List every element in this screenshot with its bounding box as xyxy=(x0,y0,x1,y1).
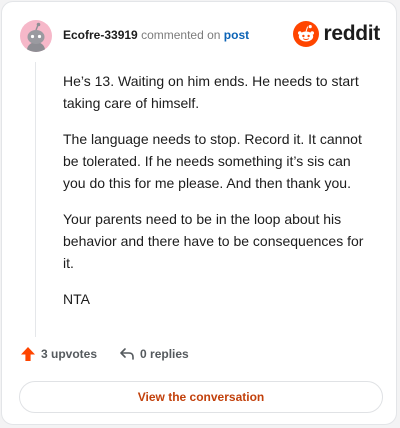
action-text: commented on xyxy=(141,28,221,42)
reply-arrow-icon xyxy=(120,348,134,360)
comment-card: Ecofre-33919 commented on post reddit He… xyxy=(1,1,397,425)
upvote-count: 3 upvotes xyxy=(41,347,98,361)
comment-header: Ecofre-33919 commented on post xyxy=(63,27,249,43)
comment-paragraph: He’s 13. Waiting on him ends. He needs t… xyxy=(63,73,359,111)
avatar[interactable] xyxy=(20,20,52,52)
thread-line xyxy=(35,62,36,337)
username[interactable]: Ecofre-33919 xyxy=(63,28,138,42)
reddit-logo[interactable]: reddit xyxy=(293,21,380,47)
snoo-avatar-icon xyxy=(27,22,45,52)
comment-paragraph: NTA xyxy=(63,291,90,307)
comment-body: He’s 13. Waiting on him ends. He needs t… xyxy=(63,70,375,324)
view-conversation-button[interactable]: View the conversation xyxy=(19,381,383,413)
brand-name: reddit xyxy=(323,22,380,45)
action-bar: 3 upvotes 0 replies xyxy=(20,346,189,362)
reply-button[interactable]: 0 replies xyxy=(119,346,189,362)
reply-count: 0 replies xyxy=(140,347,189,361)
comment-paragraph: Your parents need to be in the loop abou… xyxy=(63,211,364,271)
reddit-icon xyxy=(293,21,320,47)
upvote-button[interactable]: 3 upvotes xyxy=(20,346,97,362)
comment-paragraph: The language needs to stop. Record it. I… xyxy=(63,131,362,191)
post-link[interactable]: post xyxy=(224,28,249,42)
arrow-up-icon xyxy=(21,347,35,361)
